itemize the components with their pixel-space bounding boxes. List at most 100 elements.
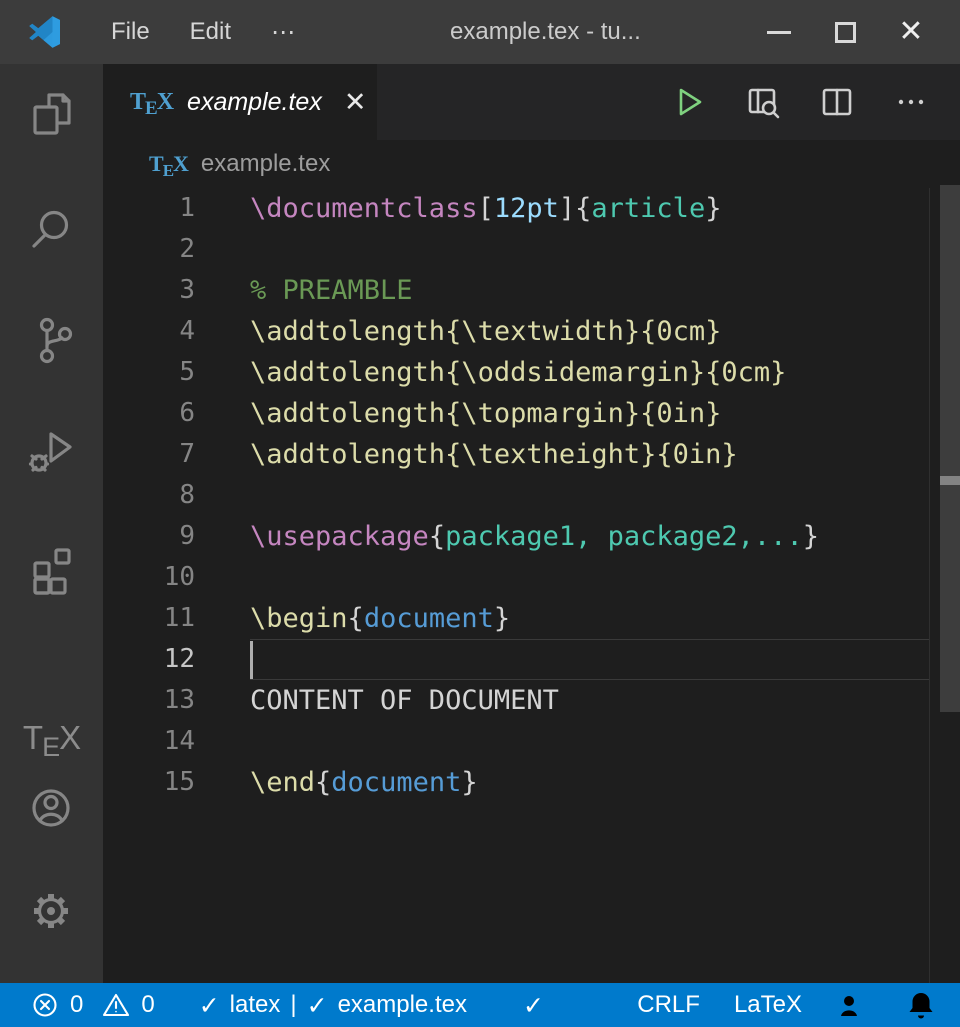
gear-icon xyxy=(23,883,79,939)
code-line[interactable]: 3 % PREAMBLE xyxy=(103,270,960,311)
line-content xyxy=(250,475,930,516)
code-line[interactable]: 15\end{document} xyxy=(103,762,960,803)
minimize-button[interactable] xyxy=(746,0,812,64)
line-content: \addtolength{\textwidth}{0cm} xyxy=(250,311,930,352)
linter-name: latex xyxy=(230,991,281,1019)
tab-example-tex[interactable]: TEX example.tex ✕ xyxy=(103,64,377,140)
sidebar-item-accounts[interactable] xyxy=(23,780,79,836)
line-content: \begin{document} xyxy=(250,598,930,639)
view-pdf-button[interactable] xyxy=(744,83,782,121)
code-line[interactable]: 4 \addtolength{\textwidth}{0cm} xyxy=(103,311,960,352)
code-line[interactable]: 13CONTENT OF DOCUMENT xyxy=(103,680,960,721)
line-number[interactable]: 10 xyxy=(103,557,195,598)
account-icon xyxy=(23,780,79,836)
search-icon xyxy=(23,200,79,256)
breadcrumb-item-file[interactable]: example.tex xyxy=(201,150,330,178)
sidebar-item-settings[interactable] xyxy=(23,883,79,939)
window-title: example.tex - tu... xyxy=(450,0,641,64)
split-editor-button[interactable] xyxy=(818,83,856,121)
menu-edit[interactable]: Edit xyxy=(170,12,251,53)
code-token: article xyxy=(591,193,705,224)
eol-indicator[interactable]: CRLF xyxy=(637,991,700,1019)
code-token: } xyxy=(494,603,510,634)
status-right: CRLF LaTeX xyxy=(637,988,938,1022)
line-content: % PREAMBLE xyxy=(250,270,930,311)
line-number[interactable]: 9 xyxy=(103,516,195,557)
linter-status[interactable]: ✓ latex | ✓ example.tex xyxy=(199,991,467,1020)
line-number[interactable]: 15 xyxy=(103,762,195,803)
code-line[interactable]: 6 \addtolength{\topmargin}{0in} xyxy=(103,393,960,434)
more-actions-button[interactable] xyxy=(892,83,930,121)
line-number[interactable]: 13 xyxy=(103,680,195,721)
files-icon xyxy=(23,87,79,143)
sidebar-item-run-debug[interactable] xyxy=(23,422,79,478)
line-content: \documentclass[12pt]{article} xyxy=(250,188,930,229)
line-number[interactable]: 5 xyxy=(103,352,195,393)
line-content: \addtolength{\topmargin}{0in} xyxy=(250,393,930,434)
tex-file-icon: TEX xyxy=(130,89,173,116)
sidebar-item-source-control[interactable] xyxy=(23,312,79,368)
line-number[interactable]: 8 xyxy=(103,475,195,516)
code-line[interactable]: 14 xyxy=(103,721,960,762)
line-content: \addtolength{\oddsidemargin}{0cm} xyxy=(250,352,930,393)
code-line[interactable]: 2 xyxy=(103,229,960,270)
scrollbar-slider[interactable] xyxy=(940,185,960,712)
extensions-icon xyxy=(23,539,79,595)
code-line[interactable]: 8 xyxy=(103,475,960,516)
line-number[interactable]: 2 xyxy=(103,229,195,270)
separator: | xyxy=(290,991,296,1019)
linted-file: example.tex xyxy=(338,991,467,1019)
bell-icon[interactable] xyxy=(904,988,938,1022)
build-status[interactable]: ✓ xyxy=(523,991,544,1020)
sidebar-item-latex-workshop[interactable]: TEX xyxy=(0,719,103,757)
code-token: ] xyxy=(559,193,575,224)
line-number[interactable]: 3 xyxy=(103,270,195,311)
problems-status[interactable]: 0 0 xyxy=(30,990,155,1020)
code-line[interactable]: 1 \documentclass[12pt]{article} xyxy=(103,188,960,229)
line-number[interactable]: 14 xyxy=(103,721,195,762)
code-token: \addtolength{\topmargin}{0in} xyxy=(250,398,721,429)
line-number[interactable]: 6 xyxy=(103,393,195,434)
code-token: } xyxy=(461,767,477,798)
maximize-icon xyxy=(835,22,856,43)
line-number[interactable]: 12 xyxy=(103,639,195,680)
language-mode[interactable]: LaTeX xyxy=(734,991,802,1019)
line-number[interactable]: 7 xyxy=(103,434,195,475)
person-feedback-icon[interactable] xyxy=(836,988,870,1022)
code-token: \addtolength{\textwidth}{0cm} xyxy=(250,316,721,347)
tab-label: example.tex xyxy=(187,88,322,117)
code-token: } xyxy=(705,193,721,224)
editor-actions xyxy=(670,64,960,140)
code-token: % PREAMBLE xyxy=(250,275,413,306)
sidebar-item-search[interactable] xyxy=(23,200,79,256)
check-icon: ✓ xyxy=(523,991,544,1020)
code-token: \usepackage xyxy=(250,521,429,552)
build-latex-button[interactable] xyxy=(670,83,708,121)
code-token: { xyxy=(575,193,591,224)
code-line[interactable]: 5 \addtolength{\oddsidemargin}{0cm} xyxy=(103,352,960,393)
window-controls: ✕ xyxy=(746,0,960,64)
menu-file[interactable]: File xyxy=(91,12,170,53)
close-button[interactable]: ✕ xyxy=(878,0,944,64)
code-line[interactable]: 10 xyxy=(103,557,960,598)
code-line[interactable]: 11 \begin{document} xyxy=(103,598,960,639)
code-line[interactable]: 9\usepackage{package1, package2,...} xyxy=(103,516,960,557)
breadcrumb: TEX example.tex xyxy=(103,140,960,188)
code-line[interactable]: 7\addtolength{\textheight}{0in} xyxy=(103,434,960,475)
code-token: 12pt xyxy=(494,193,559,224)
line-number[interactable]: 4 xyxy=(103,311,195,352)
line-content xyxy=(250,557,930,598)
sidebar-item-extensions[interactable] xyxy=(23,539,79,595)
menu-more[interactable]: ⋯ xyxy=(251,12,315,53)
code-token: [ xyxy=(478,193,494,224)
code-line[interactable]: 12 xyxy=(103,639,960,680)
check-icon: ✓ xyxy=(307,991,328,1020)
vscode-window: File Edit ⋯ example.tex - tu... ✕ xyxy=(0,0,960,1027)
code-token: document xyxy=(364,603,494,634)
maximize-button[interactable] xyxy=(812,0,878,64)
sidebar-item-explorer[interactable] xyxy=(23,87,79,143)
tab-close-button[interactable]: ✕ xyxy=(344,89,367,116)
vertical-scrollbar[interactable] xyxy=(940,188,960,983)
line-number[interactable]: 1 xyxy=(103,188,195,229)
line-number[interactable]: 11 xyxy=(103,598,195,639)
